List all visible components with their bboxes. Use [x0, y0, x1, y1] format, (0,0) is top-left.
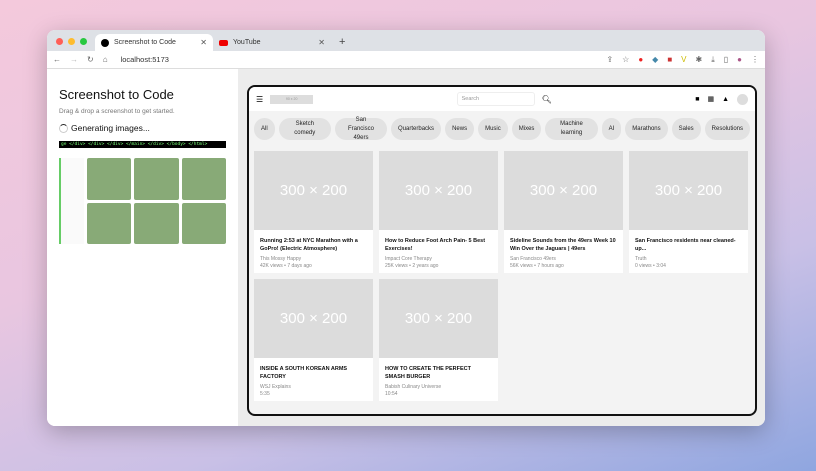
video-card[interactable]: 300 × 200 HOW TO CREATE THE PERFECT SMASH…	[379, 279, 498, 401]
channel-name[interactable]: San Francisco 49ers	[510, 256, 617, 264]
chip[interactable]: Sketch comedy	[278, 118, 331, 140]
minimize-window-button[interactable]	[68, 38, 75, 45]
video-stats: 0 views • 3:04	[635, 263, 666, 269]
apps-grid-icon[interactable]: ▦	[707, 95, 714, 103]
close-tab-icon[interactable]: ✕	[318, 38, 325, 47]
video-thumbnail[interactable]: 300 × 200	[254, 151, 373, 230]
puzzle-icon[interactable]: ✱	[696, 55, 703, 64]
video-card[interactable]: 300 × 200 Sideline Sounds from the 49ers …	[504, 151, 623, 273]
channel-name[interactable]: Truth	[635, 256, 742, 264]
bookmark-star-icon[interactable]: ☆	[622, 55, 629, 64]
video-card[interactable]: 300 × 200 INSIDE A SOUTH KOREAN ARMS FACT…	[254, 279, 373, 401]
download-icon[interactable]: ⤓	[711, 55, 715, 65]
video-thumbnail[interactable]: 300 × 200	[504, 151, 623, 230]
menu-icon[interactable]: ⋮	[751, 55, 759, 64]
sidebar-panel: Screenshot to Code Drag & drop a screens…	[47, 69, 238, 426]
video-title[interactable]: INSIDE A SOUTH KOREAN ARMS FACTORY	[260, 365, 367, 382]
uploaded-screenshot-thumbnail	[59, 158, 226, 244]
video-stats: 56K views • 7 hours ago	[510, 263, 564, 269]
close-window-button[interactable]	[56, 38, 63, 45]
close-tab-icon[interactable]: ✕	[200, 38, 207, 47]
chip[interactable]: San Francisco 49ers	[334, 117, 388, 141]
code-stream: ge </div> </div> </div> </main> </div> <…	[59, 141, 226, 148]
spinner-icon	[59, 123, 68, 133]
app-favicon-icon	[101, 38, 109, 47]
share-icon[interactable]: ⇪	[606, 55, 613, 64]
sidebar-icon[interactable]: ▯	[724, 55, 728, 64]
chip[interactable]: AI	[601, 118, 622, 140]
tab-screenshot-to-code[interactable]: Screenshot to Code ✕	[95, 34, 213, 51]
channel-name[interactable]: WSJ Explains	[260, 384, 367, 392]
video-stats: 25K views • 2 years ago	[385, 263, 439, 269]
browser-toolbar: ← → ↻ ⌂ localhost:5173 ⇪ ☆ ● ◆ ■ V ✱ ⤓ ▯ ● ⋮	[47, 51, 765, 69]
chip[interactable]: Quarterbacks	[391, 118, 442, 140]
tab-youtube[interactable]: YouTube ✕	[213, 34, 331, 51]
video-thumbnail[interactable]: 300 × 200	[379, 279, 498, 358]
home-icon[interactable]: ⌂	[103, 55, 108, 64]
preview-header: ☰ 90 x 20 Search 🔍︎ ■ ▦ ▲	[249, 87, 755, 111]
extension-icon[interactable]: ◆	[652, 55, 658, 64]
video-card[interactable]: 300 × 200 How to Reduce Foot Arch Pain- 5…	[379, 151, 498, 273]
chip[interactable]: Resolutions	[704, 118, 751, 140]
video-card[interactable]: 300 × 200 San Francisco residents near cl…	[629, 151, 748, 273]
video-stats: 5:35	[260, 391, 270, 397]
chip[interactable]: Mixes	[511, 118, 542, 140]
chip[interactable]: Sales	[671, 118, 701, 140]
maximize-window-button[interactable]	[80, 38, 87, 45]
chip[interactable]: All	[254, 118, 275, 140]
preview-frame: ☰ 90 x 20 Search 🔍︎ ■ ▦ ▲ All Sketch comedy…	[247, 85, 757, 416]
chip[interactable]: Marathons	[625, 118, 668, 140]
channel-name[interactable]: Babish Culinary Universe	[385, 384, 492, 392]
video-thumbnail[interactable]: 300 × 200	[379, 151, 498, 230]
app-subtitle: Drag & drop a screenshot to get started.	[59, 108, 175, 115]
video-grid: 300 × 200 Running 2:53 at NYC Marathon wi…	[249, 147, 755, 405]
address-bar[interactable]: localhost:5173	[121, 55, 169, 64]
filter-chips: All Sketch comedy San Francisco 49ers Quart…	[249, 111, 755, 147]
video-thumbnail[interactable]: 300 × 200	[254, 279, 373, 358]
youtube-favicon-icon	[219, 39, 228, 46]
video-card[interactable]: 300 × 200 Running 2:53 at NYC Marathon wi…	[254, 151, 373, 273]
chip[interactable]: Music	[478, 118, 508, 140]
video-title[interactable]: HOW TO CREATE THE PERFECT SMASH BURGER	[385, 365, 492, 382]
channel-name[interactable]: Impact Core Therapy	[385, 256, 492, 264]
bell-icon[interactable]: ▲	[722, 96, 729, 103]
app-title: Screenshot to Code	[59, 87, 174, 102]
opera-extension-icon[interactable]: ●	[638, 55, 643, 64]
tab-bar: Screenshot to Code ✕ YouTube ✕ +	[47, 30, 765, 51]
search-input[interactable]: Search	[456, 92, 535, 106]
back-icon[interactable]: ←	[53, 55, 61, 64]
reload-icon[interactable]: ↻	[87, 55, 94, 64]
video-title[interactable]: Running 2:53 at NYC Marathon with a GoPr…	[260, 237, 367, 254]
video-stats: 10:54	[385, 391, 398, 397]
video-stats: 42K views • 7 days ago	[260, 263, 312, 269]
logo-placeholder[interactable]: 90 x 20	[270, 94, 314, 104]
avatar[interactable]	[737, 93, 748, 105]
video-title[interactable]: San Francisco residents near cleaned-up.…	[635, 237, 742, 254]
browser-window: Screenshot to Code ✕ YouTube ✕ + ← → ↻ ⌂ loca…	[47, 30, 765, 426]
video-thumbnail[interactable]: 300 × 200	[629, 151, 748, 230]
video-title[interactable]: How to Reduce Foot Arch Pain- 5 Best Exe…	[385, 237, 492, 254]
video-camera-icon[interactable]: ■	[695, 96, 699, 103]
hamburger-menu-icon[interactable]: ☰	[256, 95, 263, 104]
profile-avatar[interactable]: ●	[737, 55, 742, 64]
chip[interactable]: Machine learning	[545, 118, 598, 140]
chip[interactable]: News	[445, 118, 475, 140]
search-icon[interactable]: 🔍︎	[542, 95, 552, 104]
video-title[interactable]: Sideline Sounds from the 49ers Week 10 W…	[510, 237, 617, 254]
forward-icon[interactable]: →	[70, 55, 78, 64]
new-tab-button[interactable]: +	[331, 36, 345, 51]
preview-area: ☰ 90 x 20 Search 🔍︎ ■ ▦ ▲ All Sketch comedy…	[238, 69, 765, 426]
channel-name[interactable]: This Mossy Happy	[260, 256, 367, 264]
extension-v-icon[interactable]: V	[681, 55, 686, 64]
status-text: Generating images...	[71, 123, 150, 133]
extension-icon[interactable]: ■	[667, 55, 672, 64]
